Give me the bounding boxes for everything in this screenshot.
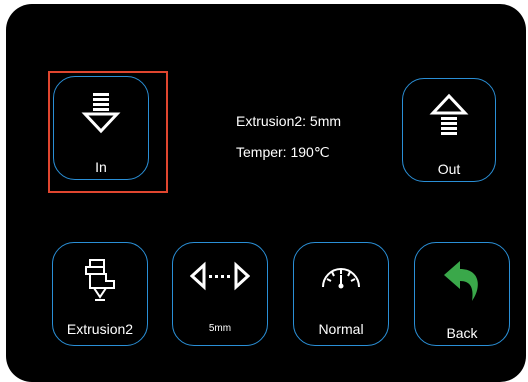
extruder-select-button[interactable]: Extrusion2 [52,242,148,346]
extrude-in-icon [81,93,121,134]
speed-label: Normal [318,321,364,337]
in-button[interactable]: In [53,76,149,180]
back-arrow-icon [444,261,478,301]
out-label: Out [437,161,461,177]
distance-button[interactable]: 5mm [172,242,268,346]
back-label: Back [446,325,478,341]
printer-screen: In Extrusion2: 5mm Temper: 190℃ Out Extr… [6,4,526,382]
extrusion-status: Extrusion2: 5mm [236,113,342,129]
extrude-out-icon [429,93,469,135]
speed-gauge-icon [322,268,360,289]
speed-button[interactable]: Normal [293,242,389,346]
distance-label: 5mm [208,323,232,334]
temperature-status: Temper: 190℃ [236,144,330,160]
extruder-icon [85,259,115,301]
distance-icon [190,261,250,291]
out-button[interactable]: Out [402,78,496,182]
back-button[interactable]: Back [414,242,510,346]
extruder-select-label: Extrusion2 [66,321,134,337]
in-label: In [95,159,107,175]
